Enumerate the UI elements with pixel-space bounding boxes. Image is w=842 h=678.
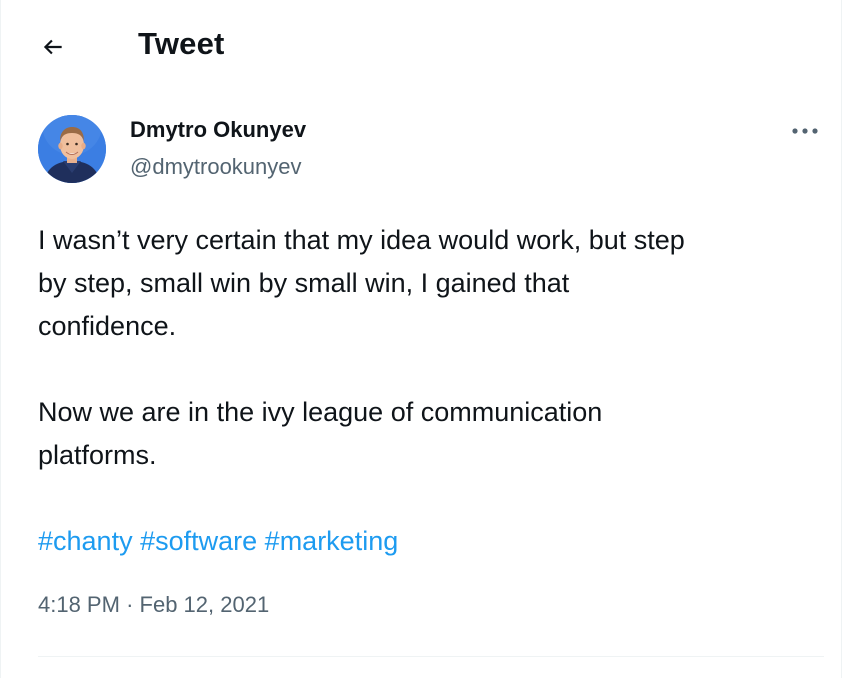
tweet-line: confidence. bbox=[38, 311, 177, 341]
tweet-time[interactable]: 4:18 PM bbox=[38, 592, 120, 617]
hashtag-link[interactable]: #marketing bbox=[265, 526, 399, 556]
tweet-line: Now we are in the ivy league of communic… bbox=[38, 397, 603, 427]
left-border bbox=[0, 0, 1, 678]
hashtag-link[interactable]: #chanty bbox=[38, 526, 133, 556]
avatar[interactable] bbox=[38, 115, 106, 183]
author-handle[interactable]: @dmytrookunyev bbox=[130, 152, 302, 182]
divider bbox=[38, 656, 824, 657]
profile-photo-icon bbox=[38, 115, 106, 183]
page-title: Tweet bbox=[138, 26, 225, 61]
author-name[interactable]: Dmytro Okunyev bbox=[130, 115, 306, 145]
hashtag-link[interactable]: #software bbox=[140, 526, 257, 556]
timestamp-separator: · bbox=[126, 592, 134, 617]
hashtags: #chanty #software #marketing bbox=[38, 520, 398, 563]
more-options-button[interactable] bbox=[782, 116, 828, 146]
tweet-paragraph: Now we are in the ivy league of communic… bbox=[38, 391, 818, 477]
more-horizontal-icon bbox=[792, 128, 818, 134]
tweet-timestamp: 4:18 PM · Feb 12, 2021 bbox=[38, 590, 269, 620]
tweet-text: I wasn’t very certain that my idea would… bbox=[38, 219, 818, 477]
arrow-left-icon bbox=[43, 39, 62, 55]
tweet-line: platforms. bbox=[38, 440, 157, 470]
tweet-date[interactable]: Feb 12, 2021 bbox=[140, 592, 270, 617]
page-header: Tweet bbox=[0, 0, 842, 88]
tweet-paragraph: I wasn’t very certain that my idea would… bbox=[38, 219, 818, 348]
tweet-line: by step, small win by small win, I gaine… bbox=[38, 268, 570, 298]
tweet-line: I wasn’t very certain that my idea would… bbox=[38, 225, 685, 255]
back-button[interactable] bbox=[30, 24, 76, 70]
